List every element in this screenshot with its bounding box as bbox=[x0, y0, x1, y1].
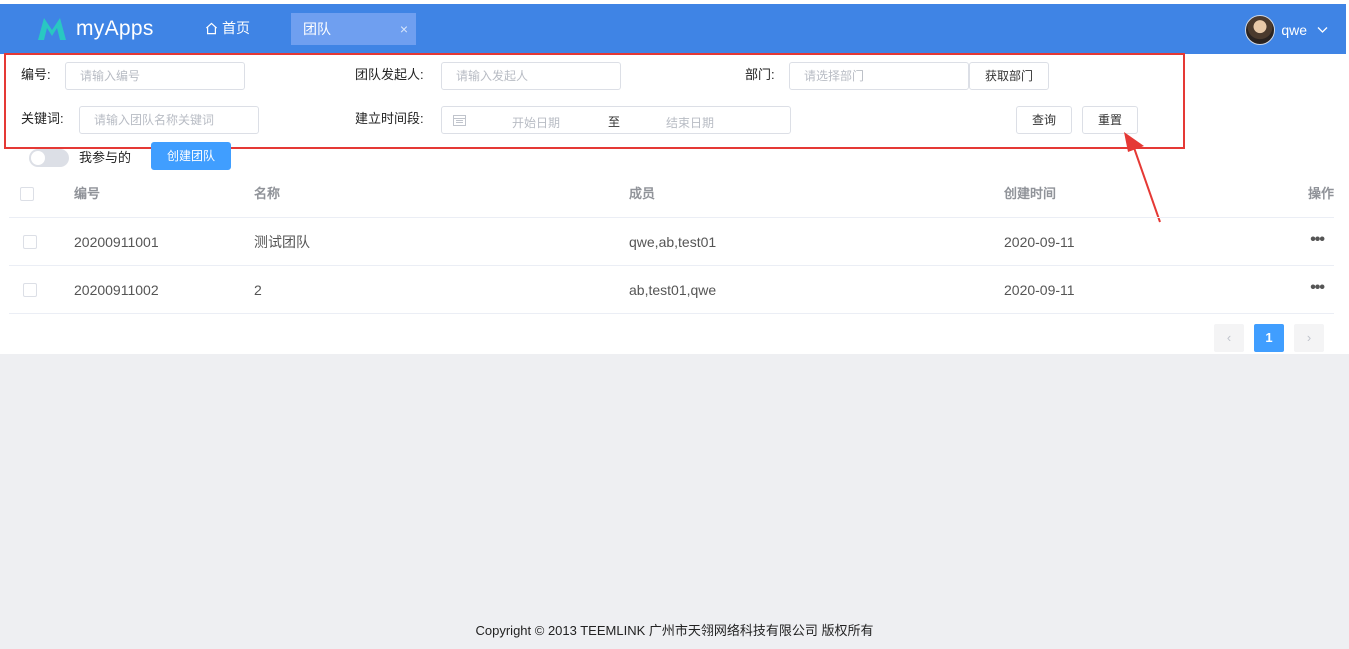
more-icon[interactable]: ••• bbox=[1310, 266, 1325, 310]
dept-label: 部门: bbox=[745, 67, 775, 82]
top-navbar: myApps 首页 团队 × qwe bbox=[0, 4, 1346, 54]
dept-input[interactable] bbox=[789, 62, 969, 90]
row-created: 2020-09-11 bbox=[1004, 234, 1075, 250]
period-label: 建立时间段: bbox=[355, 111, 424, 126]
get-dept-button[interactable]: 获取部门 bbox=[969, 62, 1049, 90]
query-button[interactable]: 查询 bbox=[1016, 106, 1072, 134]
start-date-input[interactable]: 开始日期 bbox=[512, 114, 560, 131]
my-participated-label: 我参与的 bbox=[79, 150, 132, 165]
content-background bbox=[0, 354, 1349, 649]
table-row[interactable]: 20200911002 2 ab,test01,qwe 2020-09-11 •… bbox=[9, 266, 1334, 314]
close-icon[interactable]: × bbox=[400, 13, 408, 45]
avatar bbox=[1245, 15, 1276, 45]
app-logo[interactable]: myApps bbox=[36, 14, 154, 44]
keyword-input[interactable] bbox=[79, 106, 259, 134]
keyword-label: 关键词: bbox=[21, 111, 64, 126]
footer-copyright: Copyright © 2013 TEEMLINK 广州市天翎网络科技有限公司 … bbox=[475, 623, 874, 638]
more-icon[interactable]: ••• bbox=[1310, 218, 1325, 262]
end-date-input[interactable]: 结束日期 bbox=[666, 114, 714, 131]
calendar-icon bbox=[453, 115, 466, 126]
row-name: 测试团队 bbox=[254, 234, 310, 250]
col-header-id: 编号 bbox=[74, 186, 101, 201]
table-header: 编号 名称 成员 创建时间 操作 bbox=[9, 170, 1334, 218]
tab-team-label: 团队 bbox=[303, 21, 331, 37]
app-logo-mark-icon bbox=[38, 18, 66, 40]
id-label: 编号: bbox=[21, 67, 51, 82]
my-participated-toggle[interactable] bbox=[29, 149, 69, 167]
row-members: ab,test01,qwe bbox=[629, 282, 717, 298]
row-id: 20200911002 bbox=[74, 282, 159, 298]
row-members: qwe,ab,test01 bbox=[629, 234, 717, 250]
row-id: 20200911001 bbox=[74, 234, 159, 250]
col-header-created: 创建时间 bbox=[1004, 186, 1057, 201]
tab-team[interactable]: 团队 × bbox=[291, 13, 416, 45]
col-header-name: 名称 bbox=[254, 186, 281, 201]
row-checkbox[interactable] bbox=[23, 283, 37, 297]
date-separator: 至 bbox=[608, 115, 621, 129]
pagination-next-button[interactable]: › bbox=[1294, 324, 1324, 352]
pagination-page-1[interactable]: 1 bbox=[1254, 324, 1284, 352]
toggle-knob bbox=[31, 151, 45, 165]
select-all-checkbox[interactable] bbox=[20, 187, 34, 201]
id-input[interactable] bbox=[65, 62, 245, 90]
row-checkbox[interactable] bbox=[23, 235, 37, 249]
nav-home[interactable]: 首页 bbox=[205, 18, 250, 38]
home-icon bbox=[205, 22, 218, 34]
team-table: 编号 名称 成员 创建时间 操作 20200911001 测试团队 qwe,ab… bbox=[9, 170, 1334, 314]
user-name: qwe bbox=[1281, 22, 1307, 38]
create-team-button[interactable]: 创建团队 bbox=[151, 142, 231, 170]
date-range-picker[interactable]: 开始日期 至 结束日期 bbox=[441, 106, 791, 134]
row-name: 2 bbox=[254, 282, 262, 298]
user-menu[interactable]: qwe bbox=[1245, 15, 1328, 45]
table-row[interactable]: 20200911001 测试团队 qwe,ab,test01 2020-09-1… bbox=[9, 218, 1334, 266]
col-header-action: 操作 bbox=[1307, 186, 1334, 201]
reset-button[interactable]: 重置 bbox=[1082, 106, 1138, 134]
col-header-members: 成员 bbox=[629, 186, 656, 201]
nav-home-label: 首页 bbox=[222, 20, 250, 36]
row-created: 2020-09-11 bbox=[1004, 282, 1075, 298]
initiator-input[interactable] bbox=[441, 62, 621, 90]
chevron-down-icon bbox=[1317, 27, 1328, 33]
pagination-prev-button[interactable]: ‹ bbox=[1214, 324, 1244, 352]
initiator-label: 团队发起人: bbox=[355, 67, 424, 82]
app-name: myApps bbox=[76, 17, 154, 40]
